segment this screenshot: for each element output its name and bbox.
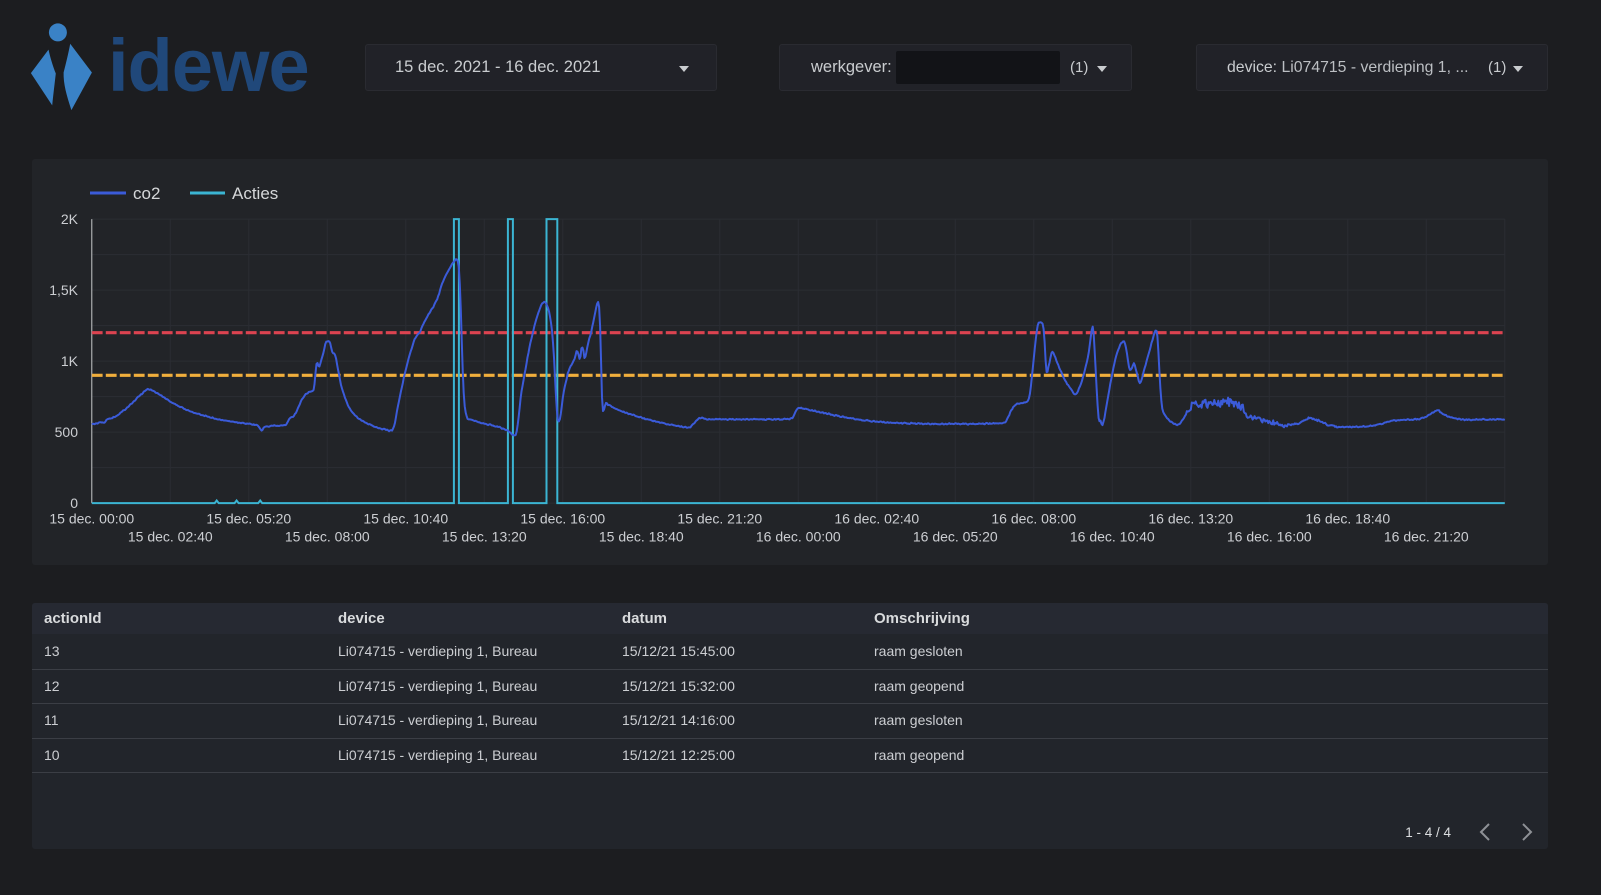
svg-text:16 dec. 08:00: 16 dec. 08:00: [991, 511, 1076, 527]
svg-text:15 dec. 02:40: 15 dec. 02:40: [128, 529, 213, 545]
svg-text:co2: co2: [133, 184, 160, 203]
svg-text:15 dec. 18:40: 15 dec. 18:40: [599, 529, 684, 545]
svg-text:16 dec. 02:40: 16 dec. 02:40: [834, 511, 919, 527]
svg-text:2K: 2K: [61, 211, 79, 227]
svg-text:15 dec. 21:20: 15 dec. 21:20: [677, 511, 762, 527]
svg-text:15 dec. 16:00: 15 dec. 16:00: [520, 511, 605, 527]
svg-text:0: 0: [70, 495, 78, 511]
svg-text:500: 500: [55, 424, 79, 440]
svg-text:15 dec. 08:00: 15 dec. 08:00: [285, 529, 370, 545]
svg-text:15 dec. 05:20: 15 dec. 05:20: [206, 511, 291, 527]
svg-text:15 dec. 13:20: 15 dec. 13:20: [442, 529, 527, 545]
svg-text:16 dec. 21:20: 16 dec. 21:20: [1384, 529, 1469, 545]
svg-text:16 dec. 18:40: 16 dec. 18:40: [1305, 511, 1390, 527]
svg-text:idewe: idewe: [108, 24, 309, 107]
svg-text:1,5K: 1,5K: [49, 282, 78, 298]
svg-text:16 dec. 00:00: 16 dec. 00:00: [756, 529, 841, 545]
svg-text:16 dec. 10:40: 16 dec. 10:40: [1070, 529, 1155, 545]
svg-text:16 dec. 13:20: 16 dec. 13:20: [1148, 511, 1233, 527]
svg-text:16 dec. 05:20: 16 dec. 05:20: [913, 529, 998, 545]
svg-text:16 dec. 16:00: 16 dec. 16:00: [1227, 529, 1312, 545]
svg-text:Acties: Acties: [232, 184, 278, 203]
svg-text:15 dec. 10:40: 15 dec. 10:40: [363, 511, 448, 527]
svg-text:1K: 1K: [61, 353, 79, 369]
svg-text:15 dec. 00:00: 15 dec. 00:00: [49, 511, 134, 527]
